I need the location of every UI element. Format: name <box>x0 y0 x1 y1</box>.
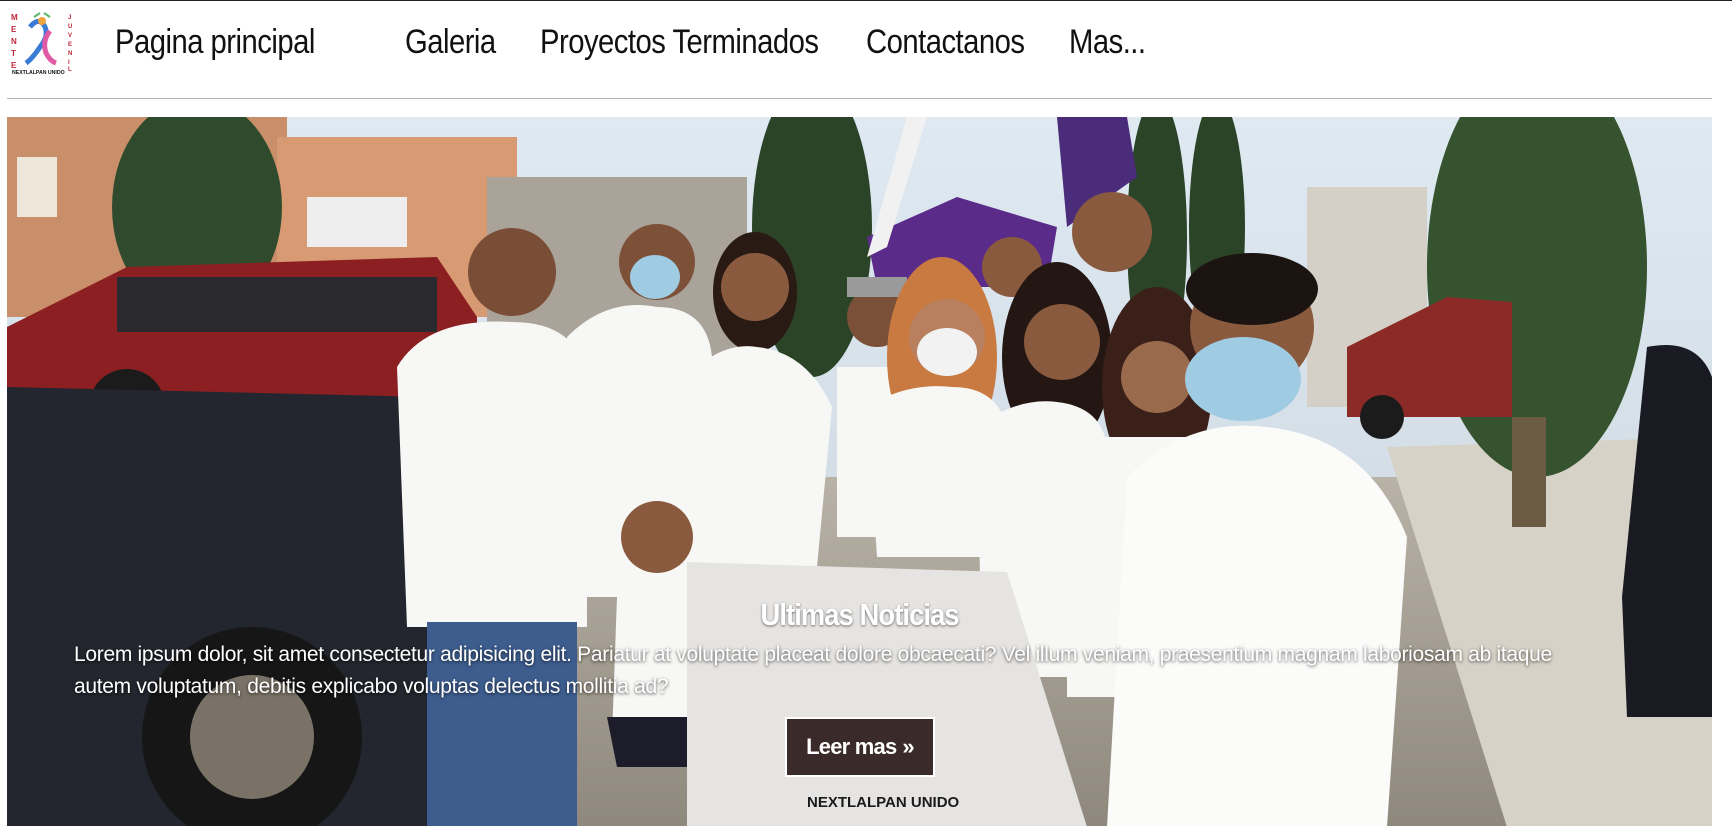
hero-title: Ultimas Noticias <box>760 597 959 632</box>
nav-link-contactanos[interactable]: Contactanos <box>866 23 1025 62</box>
svg-text:NEXTLALPAN UNIDO: NEXTLALPAN UNIDO <box>12 70 65 76</box>
header-divider <box>7 98 1712 99</box>
svg-text:U: U <box>68 24 72 30</box>
main-nav: Pagina principal Galeria Proyectos Termi… <box>115 23 1149 62</box>
svg-text:N: N <box>68 51 72 57</box>
svg-text:M: M <box>11 13 18 22</box>
hero-text: Lorem ipsum dolor, sit amet consectetur … <box>74 643 1552 698</box>
navbar: M E N T E J U V E N I L NEXTLALPAN UNIDO… <box>0 1 1732 99</box>
nav-link-proyectos-terminados[interactable]: Proyectos Terminados <box>540 23 819 62</box>
svg-text:J: J <box>68 15 71 21</box>
nav-link-pagina-principal[interactable]: Pagina principal <box>115 23 341 62</box>
hero-caption: Ultimas Noticias Lorem ipsum dolor, sit … <box>7 597 1712 698</box>
svg-text:N: N <box>11 37 17 46</box>
nav-link-galeria[interactable]: Galeria <box>405 23 498 62</box>
read-more-label: Leer mas <box>806 734 897 759</box>
svg-text:E: E <box>68 42 72 48</box>
svg-text:T: T <box>11 49 16 58</box>
svg-text:I: I <box>68 60 70 66</box>
nav-link-mas[interactable]: Mas... <box>1069 23 1146 62</box>
svg-text:V: V <box>68 33 72 39</box>
hero-carousel: NEXTLALPAN UNIDO Ultimas Noticias Lorem … <box>7 117 1712 826</box>
banner-text: NEXTLALPAN UNIDO <box>807 794 960 811</box>
svg-text:E: E <box>11 25 17 34</box>
svg-text:L: L <box>68 67 72 73</box>
site-logo[interactable]: M E N T E J U V E N I L NEXTLALPAN UNIDO <box>4 7 76 77</box>
svg-text:E: E <box>11 61 17 70</box>
read-more-button[interactable]: Leer mas » <box>785 717 935 777</box>
double-chevron-right-icon: » <box>902 734 914 759</box>
